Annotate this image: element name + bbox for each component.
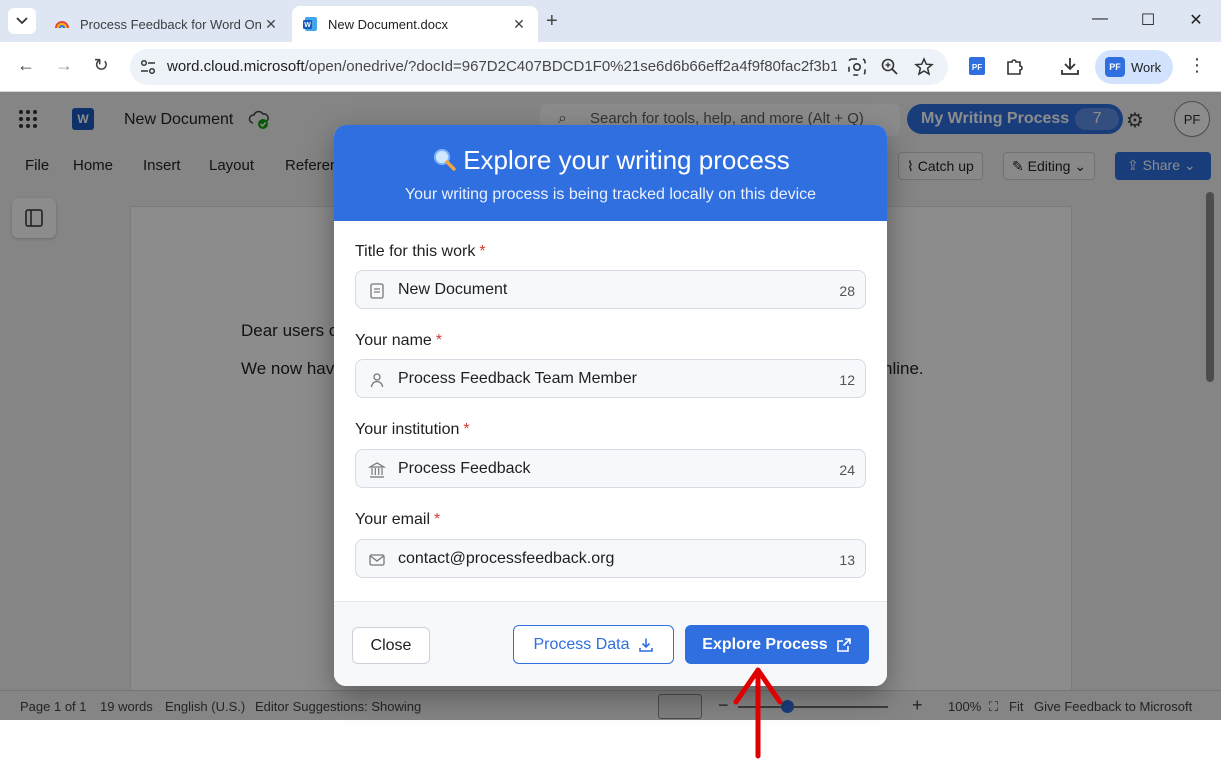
profile-button[interactable]: PF Work — [1095, 50, 1173, 84]
required-mark: * — [435, 332, 443, 349]
name-counter: 12 — [839, 372, 855, 388]
minimize-icon[interactable]: — — [1085, 10, 1115, 28]
institution-label-text: Your institution — [355, 421, 460, 438]
explore-writing-process-dialog: Explore your writing process Your writin… — [334, 125, 887, 686]
close-button[interactable]: Close — [352, 627, 430, 664]
email-field-label: Your email * — [355, 511, 440, 529]
browser-toolbar: ← → ↻ word.cloud.microsoft/open/onedrive… — [0, 42, 1221, 92]
institution-icon — [368, 462, 386, 478]
browser-tab-new-document[interactable]: W New Document.docx ✕ — [292, 6, 538, 42]
dialog-footer: Close Process Data Explore Process — [334, 601, 887, 686]
bookmark-star-icon[interactable] — [914, 57, 934, 77]
magnifier-icon — [434, 149, 456, 171]
svg-text:W: W — [304, 22, 311, 29]
close-window-icon[interactable]: ✕ — [1181, 10, 1211, 30]
svg-text:PF: PF — [972, 63, 982, 72]
close-label: Close — [370, 636, 412, 654]
close-tab-icon[interactable]: ✕ — [510, 16, 528, 33]
address-bar[interactable]: word.cloud.microsoft/open/onedrive/?docI… — [130, 49, 948, 85]
browser-tab-process-feedback[interactable]: Process Feedback for Word Onl ✕ — [44, 6, 290, 42]
name-field-label: Your name * — [355, 332, 442, 350]
explore-process-button[interactable]: Explore Process — [685, 625, 869, 664]
dialog-subtitle: Your writing process is being tracked lo… — [404, 186, 817, 203]
email-counter: 13 — [839, 552, 855, 568]
profile-badge: PF — [1105, 57, 1125, 77]
zoom-icon[interactable] — [880, 57, 900, 77]
explore-process-label: Explore Process — [702, 635, 828, 653]
profile-label: Work — [1131, 59, 1162, 75]
reload-icon[interactable]: ↻ — [89, 55, 113, 76]
email-label-text: Your email — [355, 511, 431, 528]
document-icon — [370, 283, 384, 299]
process-data-button[interactable]: Process Data — [513, 625, 674, 664]
name-value: Process Feedback Team Member — [398, 370, 637, 387]
email-value: contact@processfeedback.org — [398, 550, 615, 567]
forward-icon[interactable]: → — [52, 55, 76, 76]
url-path: /open/onedrive/?docId=967D2C407BDCD1F0%2… — [304, 58, 837, 75]
title-label-text: Title for this work — [355, 243, 476, 260]
close-tab-icon[interactable]: ✕ — [262, 16, 280, 33]
person-icon — [370, 373, 384, 388]
required-mark: * — [463, 421, 470, 438]
back-icon[interactable]: ← — [14, 55, 38, 76]
institution-counter: 24 — [839, 462, 855, 478]
title-input[interactable]: New Document 28 — [355, 270, 866, 309]
dialog-title: Explore your writing process — [463, 145, 790, 175]
title-counter: 28 — [839, 283, 855, 299]
name-label-text: Your name — [355, 332, 432, 349]
title-field-label: Title for this work * — [355, 243, 486, 261]
process-feedback-extension-icon[interactable]: PF — [966, 55, 988, 77]
institution-field-label: Your institution * — [355, 421, 470, 439]
site-settings-icon[interactable] — [138, 57, 158, 77]
maximize-icon[interactable]: ☐ — [1133, 10, 1163, 30]
external-link-icon — [836, 637, 851, 652]
required-mark: * — [479, 243, 486, 260]
dialog-header: Explore your writing process Your writin… — [334, 125, 887, 221]
name-input[interactable]: Process Feedback Team Member 12 — [355, 359, 866, 398]
title-value: New Document — [398, 281, 508, 298]
tab-search-dropdown[interactable] — [8, 8, 36, 34]
red-arrow-annotation-icon — [733, 667, 783, 759]
browser-menu-icon[interactable]: ⋮ — [1188, 55, 1206, 76]
download-icon[interactable] — [1059, 55, 1081, 77]
tab-title: New Document.docx — [328, 16, 448, 32]
download-icon — [638, 638, 653, 652]
chevron-down-icon — [16, 17, 28, 25]
email-input[interactable]: contact@processfeedback.org 13 — [355, 539, 866, 578]
new-tab-icon[interactable]: + — [546, 10, 558, 33]
browser-tab-bar: Process Feedback for Word Onl ✕ W New Do… — [0, 0, 1221, 42]
rainbow-favicon-icon — [55, 21, 69, 29]
mail-icon — [369, 554, 385, 566]
word-favicon-icon: W — [303, 17, 317, 31]
institution-input[interactable]: Process Feedback 24 — [355, 449, 866, 488]
institution-value: Process Feedback — [398, 460, 531, 477]
extensions-puzzle-icon[interactable] — [1004, 55, 1026, 77]
lens-icon[interactable] — [847, 57, 867, 77]
tab-title: Process Feedback for Word Onl — [80, 16, 262, 32]
url-text: word.cloud.microsoft/open/onedrive/?docI… — [167, 58, 837, 75]
required-mark: * — [434, 511, 441, 528]
process-data-label: Process Data — [533, 635, 630, 653]
url-host: word.cloud.microsoft — [167, 58, 305, 75]
